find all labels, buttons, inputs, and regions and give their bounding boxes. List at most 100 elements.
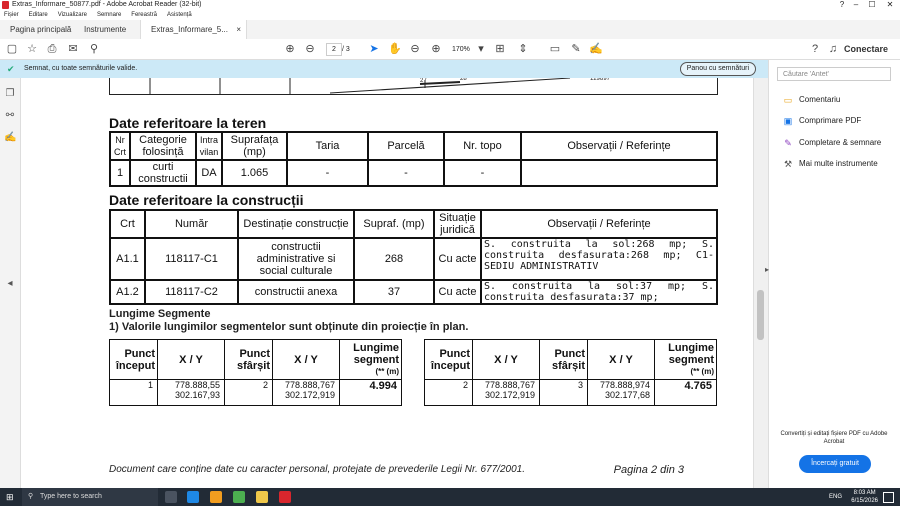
create-icon[interactable]: ▢ xyxy=(5,42,19,56)
tab-home[interactable]: Pagina principală xyxy=(0,20,81,39)
segmente-table-left: Punct început X / Y Punct sfârșit X / Y … xyxy=(109,339,402,406)
input-language[interactable]: ENG xyxy=(829,488,842,506)
segmente-header-row: Punct început X / Y Punct sfârșit X / Y … xyxy=(109,339,402,380)
vlc-icon[interactable] xyxy=(210,491,222,503)
chrome-icon[interactable] xyxy=(233,491,245,503)
page-up-icon[interactable]: ⊕ xyxy=(283,42,297,56)
zoom-out-icon[interactable]: ⊖ xyxy=(408,42,422,56)
taskbar-search-input[interactable]: ⚲ Type here to search xyxy=(22,488,158,506)
seg-header: Punct început xyxy=(424,339,473,380)
segmente-subheading: 1) Valorile lungimilor segmentelor sunt … xyxy=(109,321,469,333)
bookmark-star-icon[interactable]: ☆ xyxy=(25,42,39,56)
teren-cell: DA xyxy=(195,159,223,187)
signature-pane-icon[interactable]: ✍ xyxy=(4,132,16,144)
document-area[interactable]: 27 28 129897 Date referitoare la teren N… xyxy=(21,78,753,488)
map-label-b: 28 xyxy=(460,78,467,82)
tool-fill-sign[interactable]: ✎ Completare & semnare xyxy=(783,137,881,149)
more-tools-icon: ⚒ xyxy=(783,158,793,169)
vertical-scrollbar[interactable] xyxy=(753,78,768,488)
acrobat-taskbar-icon[interactable] xyxy=(279,491,291,503)
zoom-in-icon[interactable]: ⊕ xyxy=(429,42,443,56)
seg-x: 778.888,767 xyxy=(484,380,535,391)
notification-bell-icon[interactable]: ♫ xyxy=(826,42,840,56)
collapse-right-icon[interactable]: ▸ xyxy=(765,265,769,274)
teren-cell: curti constructii xyxy=(129,159,197,187)
comment-icon[interactable]: ▭ xyxy=(548,42,562,56)
seg-header-length: Lungime segment (** (m) xyxy=(339,339,402,380)
seg-length: 4.994 xyxy=(339,379,402,406)
teren-cell: 1 xyxy=(109,159,131,187)
seg-x: 778.888,974 xyxy=(599,380,650,391)
teren-header: Nr. topo xyxy=(443,131,522,161)
signature-bar: ✔ Semnat, cu toate semnăturile valide. P… xyxy=(0,60,768,78)
highlight-pen-icon[interactable]: ✎ xyxy=(569,42,583,56)
tab-document[interactable]: Extras_Informare_5... × xyxy=(140,20,247,39)
seg-cell: 2 xyxy=(424,379,473,406)
zoom-dropdown[interactable]: 170% xyxy=(452,43,470,56)
seg-y: 302.172,919 xyxy=(284,390,335,400)
system-clock[interactable]: 8:03 AM 6/15/2026 xyxy=(851,489,878,505)
seg-cell-xy: 778.888,767 302.172,919 xyxy=(272,379,340,406)
minimize-button[interactable]: – xyxy=(848,0,864,10)
hand-tool-icon[interactable]: ✋ xyxy=(388,42,402,56)
menu-view[interactable]: Vizualizare xyxy=(58,12,87,18)
maximize-button[interactable]: ☐ xyxy=(864,0,880,10)
edge-icon[interactable] xyxy=(187,491,199,503)
left-nav-pane: ❐ ⚯ ✍ ◂ xyxy=(0,78,21,488)
email-icon[interactable]: ✉ xyxy=(66,42,80,56)
seg-cell: 1 xyxy=(109,379,158,406)
tab-tools[interactable]: Instrumente xyxy=(74,20,136,39)
teren-header: Observații / Referințe xyxy=(520,131,718,161)
seg-x: 778.888,767 xyxy=(284,380,335,391)
print-icon[interactable]: ⎙ xyxy=(45,42,59,56)
teren-cell xyxy=(520,159,718,187)
map-label-a: 27 xyxy=(420,78,427,84)
seg-cell: 3 xyxy=(539,379,588,406)
page-thumbnails-icon[interactable]: ❐ xyxy=(4,88,16,100)
footer-page-number: Pagina 2 din 3 xyxy=(613,464,684,476)
search-icon: ⚲ xyxy=(28,493,34,500)
constructii-cell: S. construita la sol:37 mp; S. construit… xyxy=(480,279,718,305)
seg-header: Punct sfârșit xyxy=(224,339,273,380)
try-free-button[interactable]: Încercați gratuit xyxy=(799,455,871,473)
signature-panel-button[interactable]: Panou cu semnături xyxy=(679,62,756,76)
constructii-cell: constructii anexa xyxy=(237,279,355,305)
seg-header: X / Y xyxy=(157,339,225,380)
acrobat-promo-text: Convertiți și editați fișiere PDF cu Ado… xyxy=(780,431,888,445)
scrollbar-thumb[interactable] xyxy=(757,290,764,340)
pdf-page: 27 28 129897 Date referitoare la teren N… xyxy=(21,78,753,488)
help-circle-icon[interactable]: ? xyxy=(808,42,822,56)
page-number-input[interactable]: 2 xyxy=(326,43,342,56)
fit-page-icon[interactable]: ⊞ xyxy=(493,42,507,56)
page-down-icon[interactable]: ⊖ xyxy=(303,42,317,56)
table-row: 1 curti constructii DA 1.065 - - - xyxy=(109,159,718,187)
tab-bar: Pagina principală Instrumente Extras_Inf… xyxy=(0,20,900,40)
close-button[interactable]: ✕ xyxy=(882,0,898,10)
menu-window[interactable]: Fereastră xyxy=(131,12,157,18)
windows-start-icon[interactable]: ⊞ xyxy=(6,492,16,502)
collapse-left-icon[interactable]: ◂ xyxy=(4,278,16,290)
task-view-icon[interactable] xyxy=(165,491,177,503)
search-icon[interactable]: ⚲ xyxy=(87,42,101,56)
title-bar: Extras_Informare_50877.pdf - Adobe Acrob… xyxy=(0,0,900,10)
zoom-chevron-icon[interactable]: ▾ xyxy=(474,42,488,56)
select-cursor-icon[interactable]: ➤ xyxy=(367,42,381,56)
tool-comment[interactable]: ▭ Comentariu xyxy=(783,94,841,106)
tool-more[interactable]: ⚒ Mai multe instrumente xyxy=(783,158,878,170)
menu-file[interactable]: Fișier xyxy=(4,12,19,18)
seg-length-label: Lungime segment xyxy=(353,341,399,366)
tab-close-icon[interactable]: × xyxy=(236,20,241,39)
notification-center-icon[interactable] xyxy=(883,492,894,503)
attachment-icon[interactable]: ⚯ xyxy=(4,110,16,122)
menu-edit[interactable]: Editare xyxy=(29,12,48,18)
menu-sign[interactable]: Semnare xyxy=(97,12,121,18)
constructii-cell: A1.1 xyxy=(109,237,146,281)
tool-compress[interactable]: ▣ Comprimare PDF xyxy=(783,115,862,127)
scroll-mode-icon[interactable]: ⇕ xyxy=(516,42,530,56)
menu-help[interactable]: Asistență xyxy=(167,12,192,18)
sign-icon[interactable]: ✍ xyxy=(589,42,603,56)
file-explorer-icon[interactable] xyxy=(256,491,268,503)
connect-button[interactable]: Conectare xyxy=(844,42,888,56)
tools-search-input[interactable]: Căutare 'Antet' xyxy=(777,67,891,81)
constructii-header: Observații / Referințe xyxy=(480,209,718,239)
